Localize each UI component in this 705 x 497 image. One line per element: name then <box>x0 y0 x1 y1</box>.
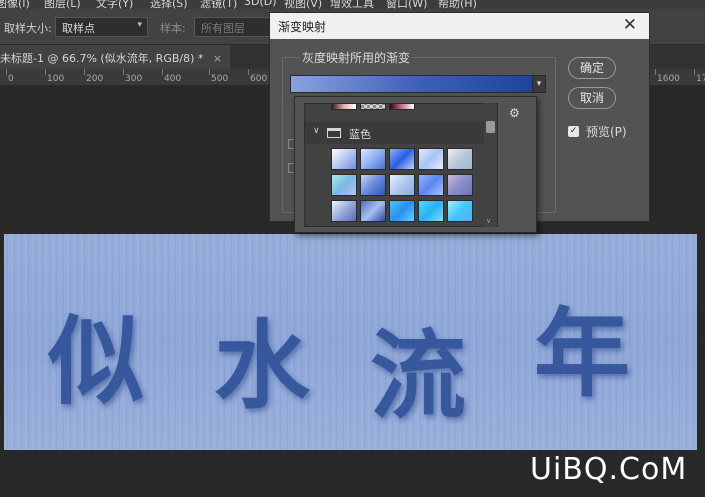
sample-size-value: 取样点 <box>62 22 95 35</box>
ruler-tick <box>6 69 7 75</box>
gradient-group-label: 灰度映射所用的渐变 <box>300 49 413 66</box>
folder-icon <box>327 128 341 138</box>
menu-type[interactable]: 文字(Y) <box>96 0 133 9</box>
ruler-tick <box>45 69 46 75</box>
menu-layer[interactable]: 图层(L) <box>44 0 81 9</box>
menu-help[interactable]: 帮助(H) <box>438 0 477 9</box>
ruler-tick <box>248 69 249 75</box>
menu-select[interactable]: 选择(S) <box>150 0 188 9</box>
gradient-swatch[interactable] <box>389 104 415 110</box>
canvas-text-char: 水 <box>214 309 310 422</box>
scrollbar-thumb[interactable] <box>486 121 495 133</box>
ruler-tick <box>209 69 210 75</box>
gradient-swatch[interactable] <box>447 174 473 196</box>
gradient-swatch[interactable] <box>331 104 357 110</box>
ruler-tick <box>655 69 656 75</box>
chevron-down-icon: ▾ <box>137 20 142 30</box>
menu-view[interactable]: 视图(V) <box>284 0 322 9</box>
chevron-down-icon[interactable]: ∨ <box>313 126 320 136</box>
gradient-swatch[interactable] <box>447 200 473 222</box>
gradient-preset-list: ∨ 蓝色 <box>304 103 498 227</box>
ruler-label: 100 <box>47 74 65 84</box>
dialog-title: 渐变映射 <box>278 20 327 34</box>
ok-button[interactable]: 确定 <box>568 57 616 79</box>
ruler-label: 600 <box>250 74 268 84</box>
gradient-swatch[interactable] <box>418 174 444 196</box>
dialog-title-bar: 渐变映射 <box>270 13 649 39</box>
gradient-picker-popup: ∨ 蓝色 ∨ ⚙ <box>294 96 537 233</box>
document-tab-title: 未标题-1 @ 66.7% (似水流年, RGB/8) * <box>0 52 204 65</box>
gradient-swatch[interactable] <box>331 200 357 222</box>
preview-label: 预览(P) <box>586 125 627 139</box>
gradient-folder-blue[interactable]: ∨ 蓝色 <box>305 122 485 144</box>
cancel-button[interactable]: 取消 <box>568 87 616 109</box>
ruler-tick <box>84 69 85 75</box>
document-tab[interactable]: 未标题-1 @ 66.7% (似水流年, RGB/8) * × <box>0 45 231 69</box>
chevron-down-icon[interactable]: ▾ <box>532 75 546 93</box>
preview-checkbox[interactable]: ✓ <box>568 126 579 137</box>
gradient-swatch[interactable] <box>360 148 386 170</box>
ruler-label: 300 <box>125 74 143 84</box>
menu-window[interactable]: 窗口(W) <box>386 0 427 9</box>
menu-plugins[interactable]: 增效工具 <box>330 0 374 9</box>
ruler-label: 200 <box>86 74 104 84</box>
ruler-label: 1600 <box>657 74 680 84</box>
canvas-text-char: 年 <box>534 297 630 410</box>
canvas-text-char: 似 <box>48 305 144 418</box>
close-icon[interactable]: ✕ <box>623 15 637 35</box>
gear-icon[interactable]: ⚙ <box>509 106 520 120</box>
gradient-swatch[interactable] <box>389 174 415 196</box>
gradient-swatch[interactable] <box>360 174 386 196</box>
ruler-tick <box>162 69 163 75</box>
ruler-label: 500 <box>211 74 229 84</box>
gradient-swatch[interactable] <box>418 200 444 222</box>
menu-image[interactable]: 图像(I) <box>0 0 30 9</box>
ruler-tick <box>123 69 124 75</box>
ruler-tick <box>694 69 695 75</box>
gradient-swatch[interactable] <box>447 148 473 170</box>
scroll-down-icon[interactable]: ∨ <box>486 217 491 225</box>
ruler-label: 0 <box>8 74 14 84</box>
gradient-swatch[interactable] <box>389 200 415 222</box>
folder-name: 蓝色 <box>349 128 371 141</box>
menu-filter[interactable]: 滤镜(T) <box>200 0 237 9</box>
close-icon[interactable]: × <box>213 52 222 65</box>
ruler-label: 1700 <box>696 74 705 84</box>
sample-select[interactable]: 所有图层 <box>194 17 274 37</box>
gradient-swatch[interactable] <box>389 148 415 170</box>
gradient-swatch[interactable] <box>331 174 357 196</box>
sample-size-label: 取样大小: <box>4 22 52 35</box>
gradient-swatch[interactable] <box>360 200 386 222</box>
menu-bar: 图像(I) 图层(L) 文字(Y) 选择(S) 滤镜(T) 3D(D) 视图(V… <box>0 0 705 9</box>
gradient-swatch[interactable] <box>360 104 386 110</box>
gradient-swatch[interactable] <box>331 148 357 170</box>
ruler-label: 400 <box>164 74 182 84</box>
sample-label: 样本: <box>160 22 186 35</box>
canvas-text-char: 流 <box>370 319 466 432</box>
sample-size-select[interactable]: 取样点 ▾ <box>55 17 148 37</box>
gradient-swatch[interactable] <box>418 148 444 170</box>
gradient-preview-bar[interactable] <box>290 75 546 93</box>
menu-3d[interactable]: 3D(D) <box>244 0 277 8</box>
sample-value: 所有图层 <box>201 22 245 35</box>
preset-list-scrollbar[interactable]: ∨ <box>484 103 496 227</box>
document-canvas[interactable]: 似 水 流 年 <box>4 234 697 450</box>
watermark-brand: UiBQ.CoM <box>530 452 688 487</box>
